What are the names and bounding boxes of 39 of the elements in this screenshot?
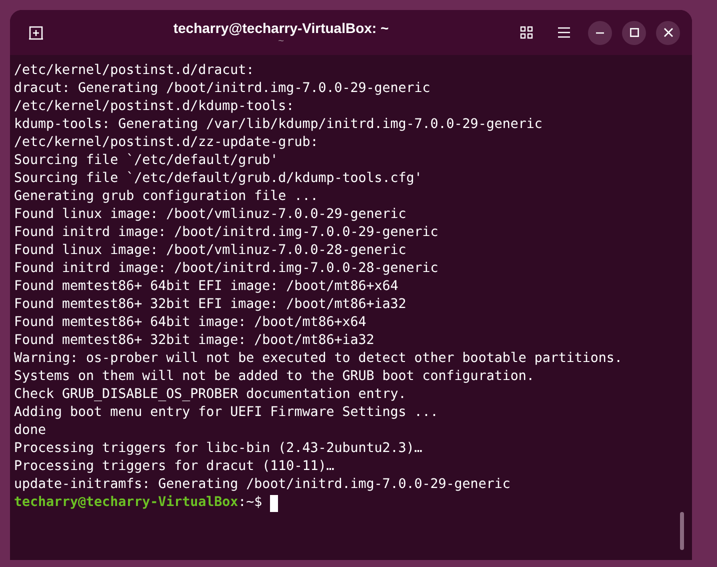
terminal-line: update-initramfs: Generating /boot/initrd.img-7.0.0-29-generic	[14, 476, 510, 494]
terminal-line: Found initrd image: /boot/initrd.img-7.0.0-28-generic	[14, 260, 438, 278]
terminal-line: Found linux image: /boot/vmlinuz-7.0.0-29-generic	[14, 206, 406, 224]
scrollbar-thumb[interactable]	[680, 512, 684, 550]
new-tab-icon	[28, 26, 44, 40]
window-title: techarry@techarry-VirtualBox: ~	[173, 18, 389, 36]
terminal-line: /etc/kernel/postinst.d/kdump-tools:	[14, 98, 294, 116]
terminal-line: Sourcing file `/etc/default/grub.d/kdump-tools.cfg'	[14, 170, 422, 188]
terminal-line: Found memtest86+ 64bit image: /boot/mt86+x64	[14, 314, 366, 332]
terminal-line: Systems on them will not be added to the GRUB boot configuration.	[14, 368, 534, 386]
terminal-line: Check GRUB_DISABLE_OS_PROBER documentation entry.	[14, 386, 406, 404]
terminal-line: Sourcing file `/etc/default/grub'	[14, 152, 278, 170]
close-button[interactable]	[656, 20, 680, 44]
terminal-line: Generating grub configuration file ...	[14, 188, 318, 206]
maximize-button[interactable]	[622, 20, 646, 44]
terminal-line: Found memtest86+ 32bit image: /boot/mt86+ia32	[14, 332, 374, 350]
minimize-icon	[596, 32, 604, 34]
terminal-line: dracut: Generating /boot/initrd.img-7.0.0-29-generic	[14, 80, 430, 98]
window-subtitle: ~	[278, 36, 284, 46]
terminal-line: Processing triggers for dracut (110-11)…	[14, 458, 334, 476]
maximize-icon	[630, 28, 638, 37]
terminal-line: Found memtest86+ 64bit EFI image: /boot/mt86+x64	[14, 278, 398, 296]
prompt-path: :~$	[238, 494, 262, 512]
prompt-user-host: techarry@techarry-VirtualBox	[14, 494, 238, 512]
terminal-line: Adding boot menu entry for UEFI Firmware Settings ...	[14, 404, 438, 422]
menu-icon	[558, 27, 570, 38]
terminal-line: Processing triggers for libc-bin (2.43-2ubuntu2.3)…	[14, 440, 422, 458]
grid-icon	[520, 26, 532, 39]
minimize-button[interactable]	[588, 20, 612, 44]
terminal-line: Found linux image: /boot/vmlinuz-7.0.0-28-generic	[14, 242, 406, 260]
terminal-line: done	[14, 422, 46, 440]
terminal-line: /etc/kernel/postinst.d/zz-update-grub:	[14, 134, 318, 152]
terminal-line: Warning: os-prober will not be executed to detect other bootable partitions.	[14, 350, 622, 368]
terminal-line: Found memtest86+ 32bit EFI image: /boot/mt86+ia32	[14, 296, 406, 314]
terminal-line: /etc/kernel/postinst.d/dracut:	[14, 62, 254, 80]
text-cursor	[270, 494, 278, 512]
terminal-line: kdump-tools: Generating /var/lib/kdump/initrd.img-7.0.0-29-generic	[14, 116, 542, 134]
terminal-line: Found initrd image: /boot/initrd.img-7.0.0-29-generic	[14, 224, 438, 242]
close-icon	[664, 28, 672, 37]
